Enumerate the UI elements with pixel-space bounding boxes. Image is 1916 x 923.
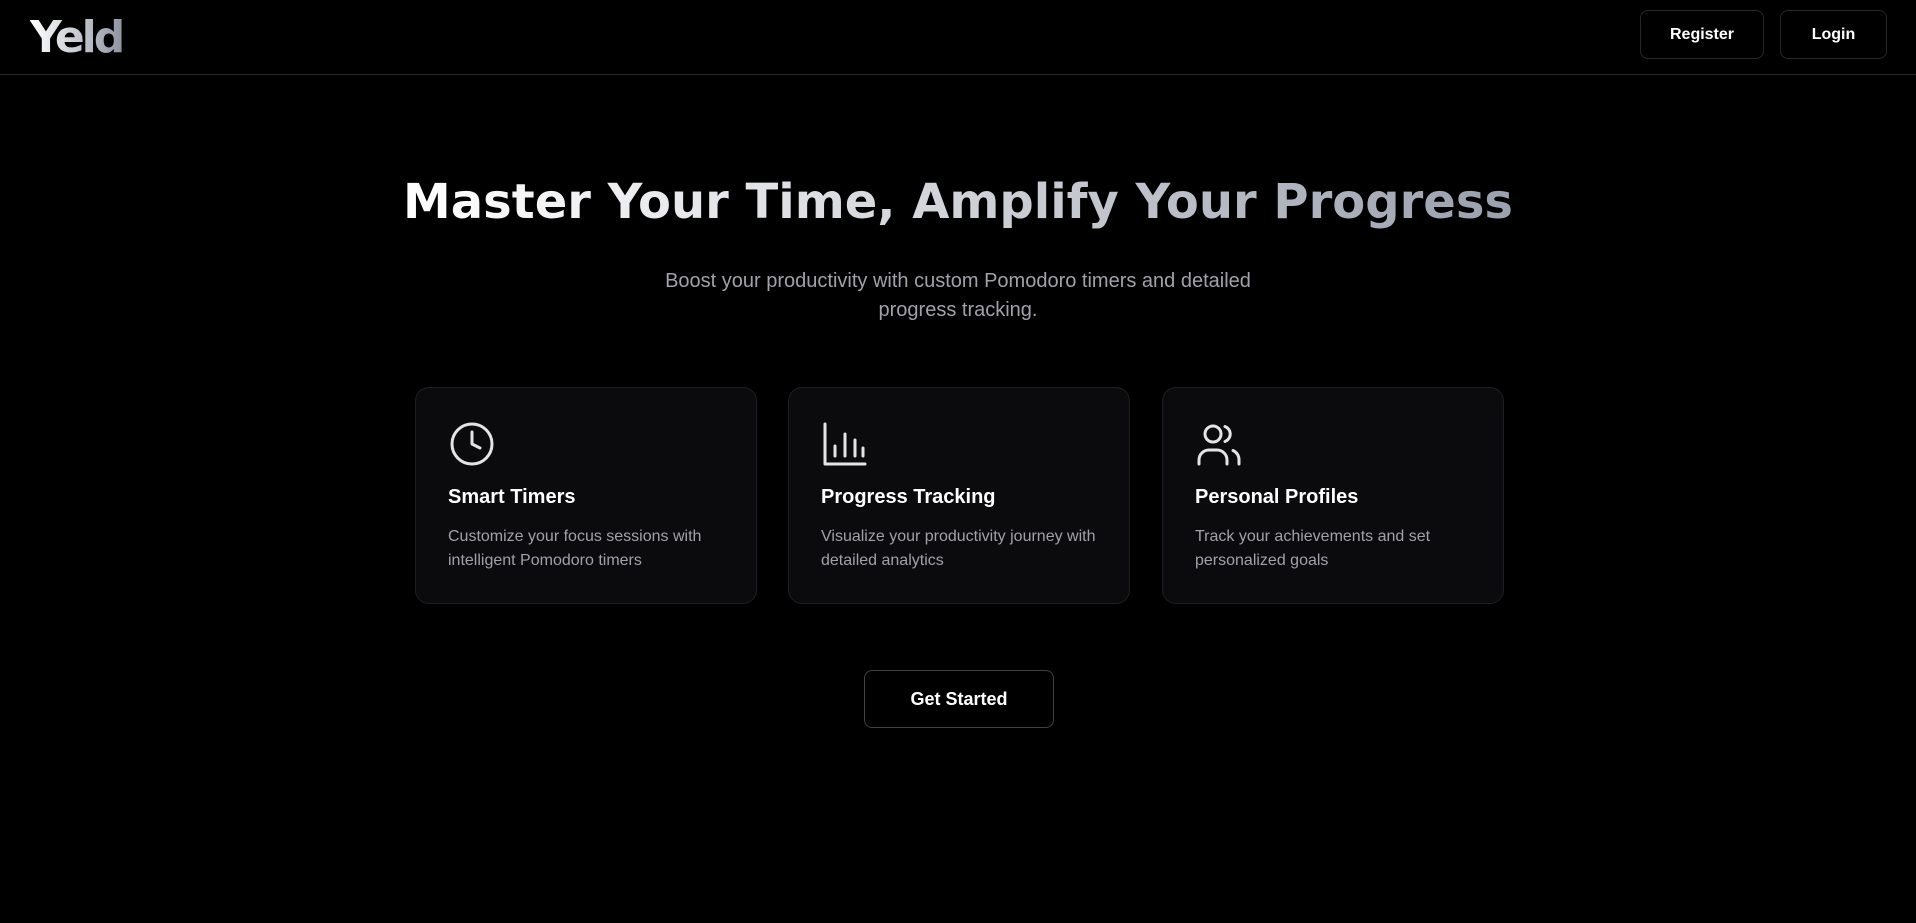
- feature-description: Visualize your productivity journey with…: [821, 528, 1096, 569]
- bar-chart-icon: [821, 420, 869, 468]
- hero-title: Master Your Time, Amplify Your Progress: [0, 170, 1916, 234]
- users-icon: [1195, 420, 1243, 468]
- feature-title: Progress Tracking: [821, 486, 996, 508]
- feature-card-smart-timers: Smart Timers Customize your focus sessio…: [415, 387, 757, 604]
- feature-card-progress-tracking: Progress Tracking Visualize your product…: [788, 387, 1130, 604]
- feature-title: Personal Profiles: [1195, 486, 1359, 508]
- hero-title-text: Master Your Time, Amplify Your Progress: [403, 174, 1513, 230]
- feature-title: Smart Timers: [448, 486, 576, 508]
- login-button[interactable]: Login: [1780, 10, 1887, 59]
- register-button[interactable]: Register: [1640, 10, 1764, 59]
- feature-card-personal-profiles: Personal Profiles Track your achievement…: [1162, 387, 1504, 604]
- yeld-logo[interactable]: Yeld: [30, 14, 125, 62]
- feature-description: Track your achievements and set personal…: [1195, 528, 1431, 569]
- clock-icon: [448, 420, 496, 468]
- feature-description: Customize your focus sessions with intel…: [448, 528, 702, 569]
- top-navigation-bar: Yeld Register Login: [0, 0, 1916, 75]
- get-started-button[interactable]: Get Started: [864, 670, 1054, 728]
- hero-subtitle: Boost your productivity with custom Pomo…: [665, 270, 1251, 321]
